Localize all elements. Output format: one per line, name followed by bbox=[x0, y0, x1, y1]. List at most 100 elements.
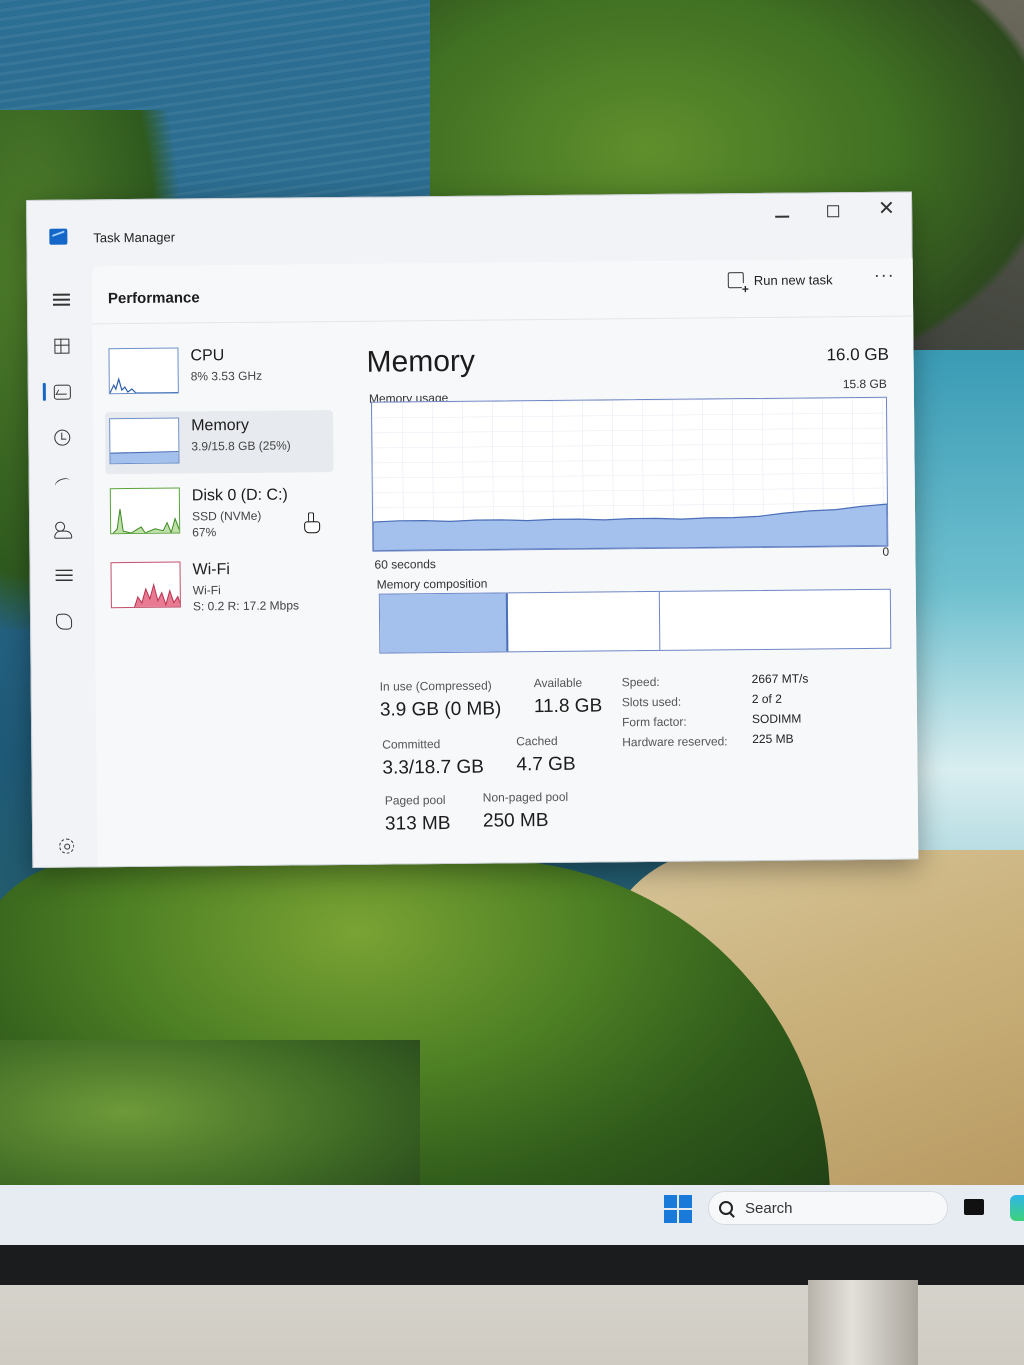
memory-axis-right: 0 bbox=[882, 544, 890, 559]
run-task-icon bbox=[727, 272, 744, 289]
stat-committed: Committed 3.3/18.7 GB bbox=[382, 737, 484, 780]
search-icon bbox=[719, 1201, 733, 1215]
resource-item-cpu[interactable]: CPU 8% 3.53 GHz bbox=[104, 340, 333, 404]
wifi-graph bbox=[111, 582, 181, 609]
nav-app-history[interactable] bbox=[49, 425, 75, 451]
run-new-task-label: Run new task bbox=[753, 271, 833, 288]
app-history-icon bbox=[54, 429, 71, 446]
services-icon bbox=[55, 613, 73, 630]
nav-active-indicator bbox=[42, 382, 46, 401]
nav-details[interactable] bbox=[50, 563, 76, 589]
in-use-label: In use (Compressed) bbox=[379, 678, 492, 694]
cpu-thumbnail-graph bbox=[108, 347, 179, 395]
nav-services[interactable] bbox=[51, 609, 77, 635]
cached-value: 4.7 GB bbox=[516, 753, 576, 776]
taskbar-search[interactable]: Search bbox=[708, 1191, 948, 1225]
cpu-graph bbox=[109, 376, 179, 394]
run-new-task-button[interactable]: Run new task bbox=[727, 271, 833, 289]
memory-axis-left: 60 seconds bbox=[374, 557, 436, 572]
resource-item-memory[interactable]: Memory 3.9/15.8 GB (25%) bbox=[105, 410, 334, 475]
memory-thumbnail-graph bbox=[109, 417, 180, 465]
stat-available: Available 11.8 GB bbox=[534, 675, 603, 718]
page-title: Performance bbox=[107, 289, 200, 308]
nav-startup-apps[interactable] bbox=[50, 471, 76, 497]
wifi-throughput: S: 0.2 R: 17.2 Mbps bbox=[192, 598, 300, 614]
wifi-adapter: Wi-Fi bbox=[192, 583, 221, 598]
hamburger-icon bbox=[52, 293, 70, 306]
nav-performance[interactable] bbox=[49, 379, 75, 405]
monitor-bezel bbox=[0, 1245, 1024, 1285]
memory-mini-graph bbox=[110, 450, 180, 465]
form-factor-value: SODIMM bbox=[751, 711, 802, 727]
window-title: Task Manager bbox=[93, 229, 176, 246]
wifi-thumbnail-graph bbox=[110, 561, 181, 609]
memory-usage: 3.9/15.8 GB (25%) bbox=[191, 438, 291, 454]
cached-label: Cached bbox=[516, 733, 558, 749]
resource-item-wifi[interactable]: Wi-Fi Wi-Fi S: 0.2 R: 17.2 Mbps bbox=[106, 554, 335, 618]
memory-title: Memory bbox=[366, 344, 476, 379]
composition-modified bbox=[507, 591, 661, 652]
maximize-button[interactable] bbox=[827, 205, 840, 218]
speed-label: Speed: bbox=[621, 674, 660, 690]
task-manager-app-icon bbox=[49, 228, 68, 245]
taskbar-search-placeholder: Search bbox=[745, 1199, 793, 1217]
memory-usage-chart bbox=[370, 396, 889, 552]
committed-value: 3.3/18.7 GB bbox=[382, 756, 484, 779]
header-bar: Performance Run new task ··· bbox=[91, 258, 914, 325]
form-factor-label: Form factor: bbox=[621, 714, 687, 730]
stat-in-use: In use (Compressed) 3.9 GB (0 MB) bbox=[380, 678, 502, 721]
title-bar[interactable]: Task Manager ✕ bbox=[27, 193, 912, 267]
disk-graph bbox=[110, 509, 181, 535]
committed-label: Committed bbox=[382, 737, 441, 752]
memory-total: 16.0 GB bbox=[826, 344, 889, 365]
startup-apps-icon bbox=[53, 476, 72, 492]
nonpaged-pool-label: Non-paged pool bbox=[482, 789, 569, 805]
memory-usage-graph bbox=[371, 397, 888, 552]
monitor-stand bbox=[808, 1280, 918, 1365]
wifi-name: Wi-Fi bbox=[192, 561, 230, 579]
available-label: Available bbox=[533, 675, 583, 691]
task-view-icon[interactable] bbox=[964, 1199, 984, 1215]
hardware-reserved-value: 225 MB bbox=[752, 731, 794, 747]
close-button[interactable]: ✕ bbox=[878, 198, 895, 220]
paged-pool-value: 313 MB bbox=[384, 812, 451, 835]
available-value: 11.8 GB bbox=[533, 695, 603, 718]
nav-processes[interactable] bbox=[48, 333, 74, 359]
disk-usage: 67% bbox=[192, 525, 217, 540]
minimize-button[interactable] bbox=[775, 215, 790, 218]
disk-thumbnail-graph bbox=[109, 487, 181, 535]
disk-name: Disk 0 (D: C:) bbox=[191, 486, 288, 505]
menu-button[interactable] bbox=[48, 287, 74, 313]
nav-settings[interactable] bbox=[53, 833, 79, 859]
memory-composition-label: Memory composition bbox=[376, 576, 488, 592]
main-pane: Performance Run new task ··· CPU 8% 3.53… bbox=[91, 258, 919, 867]
more-options-button[interactable]: ··· bbox=[874, 265, 895, 286]
disk-type: SSD (NVMe) bbox=[191, 508, 262, 524]
nonpaged-pool-value: 250 MB bbox=[482, 810, 549, 832]
details-icon bbox=[55, 569, 73, 582]
settings-icon bbox=[58, 838, 74, 854]
memory-composition-bar bbox=[378, 588, 892, 654]
slots-label: Slots used: bbox=[621, 694, 682, 710]
mouse-cursor-hand bbox=[304, 512, 318, 532]
slots-value: 2 of 2 bbox=[751, 691, 782, 707]
cpu-name: CPU bbox=[190, 347, 225, 365]
composition-standby-free bbox=[660, 590, 891, 650]
performance-icon bbox=[53, 384, 71, 400]
resource-item-disk[interactable]: Disk 0 (D: C:) SSD (NVMe) 67% bbox=[106, 480, 335, 544]
navigation-rail bbox=[28, 266, 98, 867]
stat-cached: Cached 4.7 GB bbox=[516, 734, 576, 777]
in-use-value: 3.9 GB (0 MB) bbox=[379, 698, 502, 721]
paged-pool-label: Paged pool bbox=[384, 793, 446, 808]
memory-usage-max: 15.8 GB bbox=[842, 376, 887, 392]
edge-browser-icon[interactable] bbox=[1010, 1195, 1024, 1221]
memory-name: Memory bbox=[191, 416, 250, 435]
cpu-usage: 8% 3.53 GHz bbox=[190, 368, 263, 384]
stat-paged-pool: Paged pool 313 MB bbox=[385, 793, 451, 836]
stat-nonpaged-pool: Non-paged pool 250 MB bbox=[483, 790, 569, 833]
composition-in-use bbox=[379, 593, 509, 653]
nav-users[interactable] bbox=[50, 517, 76, 543]
task-manager-window: Task Manager ✕ Performance Run new task … bbox=[26, 191, 919, 868]
start-button[interactable] bbox=[664, 1195, 692, 1223]
speed-value: 2667 MT/s bbox=[751, 671, 809, 687]
